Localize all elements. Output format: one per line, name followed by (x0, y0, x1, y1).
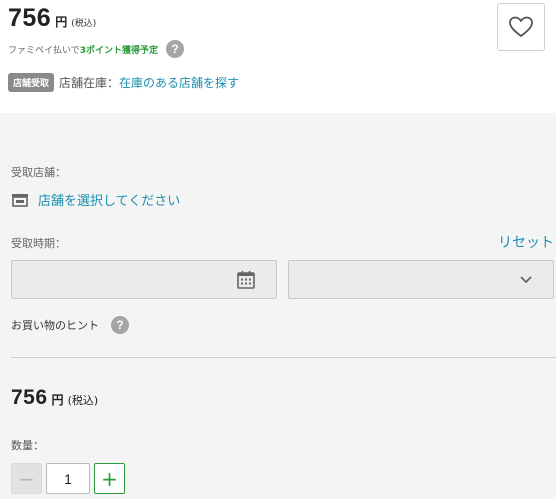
price-currency: 円 (55, 15, 68, 29)
quantity-input[interactable] (46, 463, 90, 494)
store-select-row[interactable]: 店舗を選択してください (11, 190, 180, 209)
pickup-row: 店舗受取 店舗在庫： 在庫のある店舗を探す (8, 73, 239, 92)
favorite-button[interactable] (497, 3, 545, 51)
summary-price-currency: 円 (51, 393, 64, 407)
quantity-label: 数量： (11, 439, 44, 452)
date-picker[interactable] (11, 260, 277, 299)
heart-icon (509, 16, 533, 37)
summary-price-tax-note: (税込) (67, 394, 99, 407)
points-prefix: ファミペイ払いで (8, 45, 80, 56)
hint-label: お買い物のヒント (11, 319, 99, 332)
divider (11, 357, 556, 358)
select-store-link[interactable]: 店舗を選択してください (38, 190, 180, 209)
pickup-panel (0, 113, 556, 499)
date-field-label: 受取時期： (11, 237, 66, 250)
time-select[interactable] (288, 260, 554, 299)
shopping-hint: お買い物のヒント ? (11, 316, 129, 334)
find-stock-link[interactable]: 在庫のある店舗を探す (119, 74, 239, 91)
stock-label: 店舗在庫： (59, 76, 120, 90)
chevron-down-icon (520, 276, 532, 284)
store-pickup-badge: 店舗受取 (8, 73, 55, 92)
quantity-decrease-button[interactable]: − (11, 463, 42, 494)
points-highlight: 3ポイント獲得予定 (79, 45, 158, 56)
reset-link[interactable]: リセット (498, 232, 554, 252)
calendar-icon (237, 271, 255, 289)
quantity-increase-button[interactable]: + (94, 463, 125, 494)
store-icon (12, 193, 28, 207)
store-field-label: 受取店舗： (11, 166, 66, 179)
price-summary: 756 円 (税込) (11, 386, 98, 410)
product-header: 756 円 (税込) ファミペイ払いで 3ポイント獲得予定 ? 店舗受取 店舗在… (0, 0, 556, 113)
summary-price-value: 756 (11, 386, 48, 409)
price-value: 756 (8, 4, 52, 32)
question-icon[interactable]: ? (166, 40, 184, 58)
question-icon[interactable]: ? (111, 316, 129, 334)
points-info: ファミペイ払いで 3ポイント獲得予定 ? (8, 40, 184, 58)
price-tax-note: (税込) (71, 19, 97, 29)
price-main: 756 円 (税込) (8, 4, 96, 33)
